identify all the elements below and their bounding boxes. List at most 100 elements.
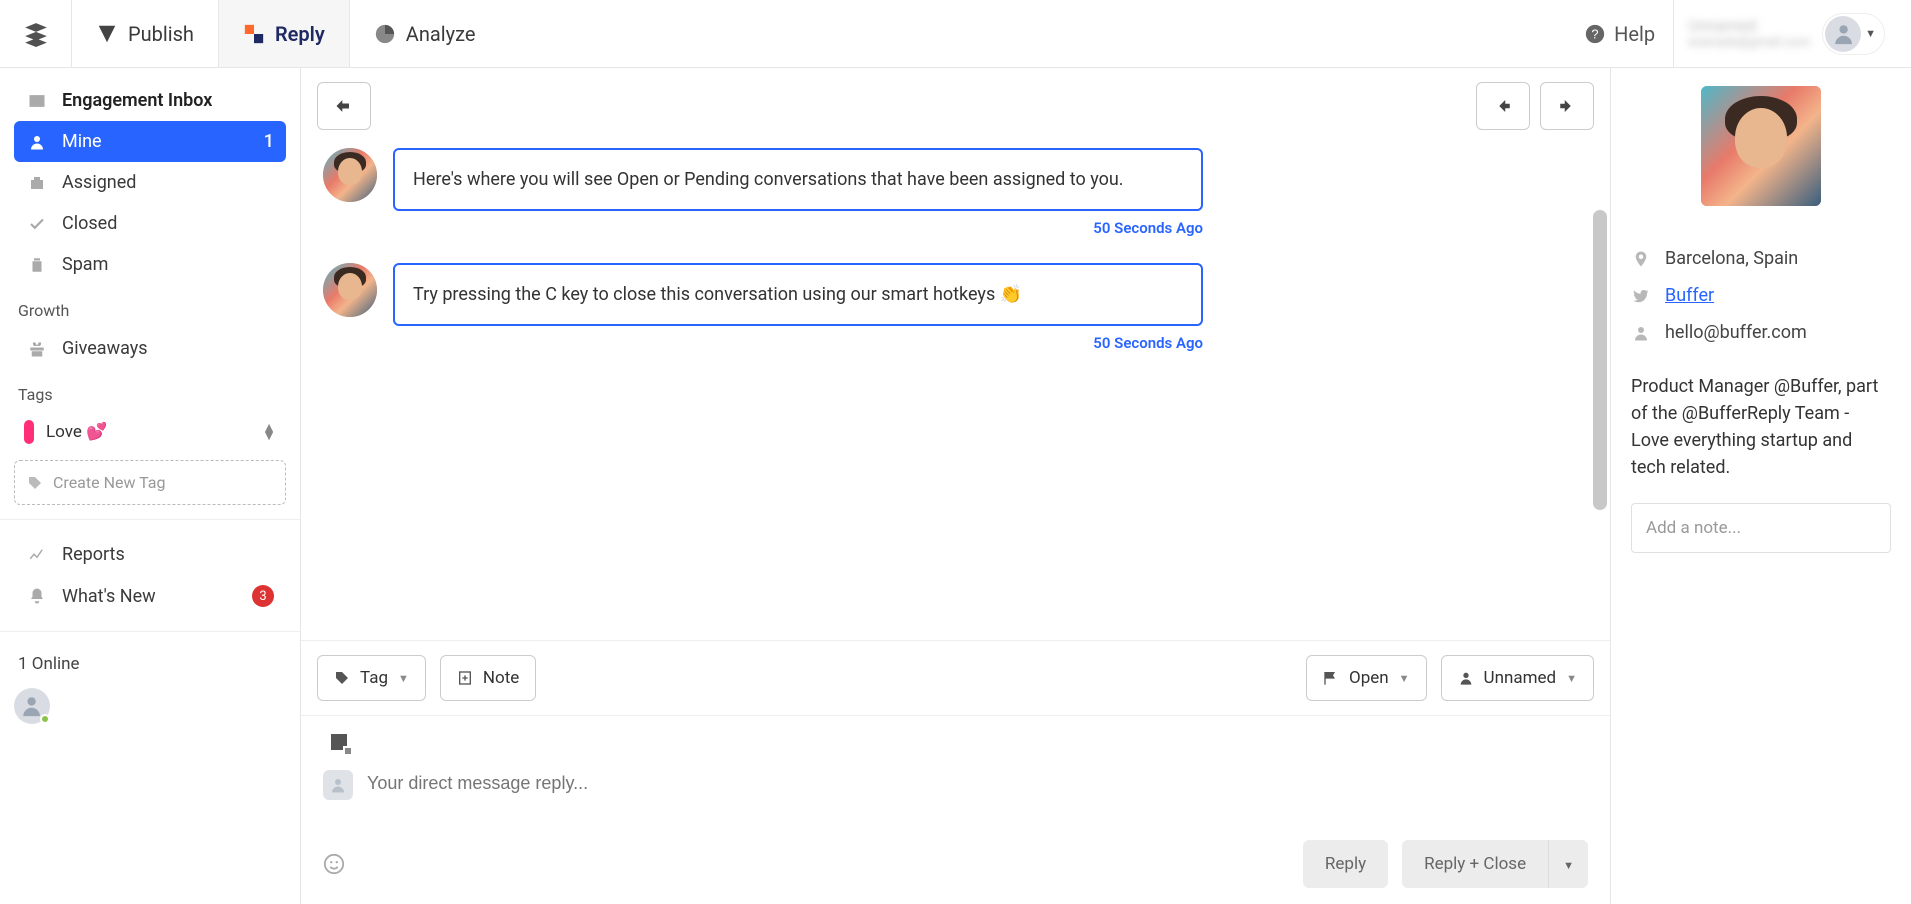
flag-icon [1323, 670, 1339, 686]
add-note-input[interactable]: Add a note... [1631, 503, 1891, 553]
chevron-down-icon: ▼ [398, 672, 409, 685]
profile-panel: Barcelona, Spain Buffer hello@buffer.com… [1611, 68, 1911, 904]
reply-close-dropdown[interactable]: ▼ [1548, 840, 1588, 888]
message-item: Here's where you will see Open or Pendin… [323, 148, 1203, 237]
presence-dot-icon [40, 714, 50, 724]
tag-icon [27, 475, 43, 491]
sidebar-growth-header: Growth [14, 285, 286, 328]
sidebar-giveaways[interactable]: Giveaways [14, 328, 286, 369]
nav-reply[interactable]: Reply [218, 0, 350, 67]
profile-email-text: hello@buffer.com [1665, 322, 1807, 343]
nav-analyze-label: Analyze [406, 22, 476, 46]
sender-avatar [323, 263, 377, 317]
chevron-down-icon: ▼ [1865, 27, 1882, 40]
compose-area: Reply Reply + Close ▼ [301, 715, 1610, 904]
user-info-blurred: Unnamed example@gmail.com [1688, 16, 1810, 51]
inbox-icon [26, 91, 48, 111]
sidebar-reports-label: Reports [62, 544, 125, 565]
sidebar-closed[interactable]: Closed [14, 203, 286, 244]
note-button[interactable]: Note [440, 655, 536, 701]
sidebar-spam-label: Spam [62, 254, 108, 275]
location-icon [1631, 250, 1651, 268]
sidebar-whatsnew-label: What's New [62, 586, 156, 607]
note-button-label: Note [483, 668, 519, 688]
message-item: Try pressing the C key to close this con… [323, 263, 1203, 352]
status-label: Open [1349, 668, 1389, 688]
smile-icon [323, 853, 345, 875]
assign-button[interactable]: Unnamed ▼ [1441, 655, 1594, 701]
status-open-button[interactable]: Open ▼ [1306, 655, 1427, 701]
assign-label: Unnamed [1484, 668, 1557, 688]
user-avatar-dropdown[interactable]: ▼ [1822, 13, 1885, 55]
whatsnew-badge: 3 [252, 585, 274, 607]
sidebar: Engagement Inbox Mine 1 Assigned Closed … [0, 68, 300, 904]
create-tag-placeholder: Create New Tag [53, 473, 166, 492]
message-bubble: Here's where you will see Open or Pendin… [393, 148, 1203, 211]
publish-icon [96, 23, 118, 45]
create-tag-input[interactable]: Create New Tag [14, 460, 286, 505]
person-icon [1631, 324, 1651, 342]
sidebar-whatsnew[interactable]: What's New 3 [14, 575, 286, 617]
conversation-action-bar: Tag ▼ Note Open ▼ Unnamed ▼ [301, 640, 1610, 715]
twitter-icon [1631, 287, 1651, 305]
message-list[interactable]: Here's where you will see Open or Pendin… [301, 144, 1610, 640]
message-timestamp: 50 Seconds Ago [393, 219, 1203, 237]
message-timestamp: 50 Seconds Ago [393, 334, 1203, 352]
reply-icon [243, 23, 265, 45]
message-bubble: Try pressing the C key to close this con… [393, 263, 1203, 326]
help-icon: ? [1584, 23, 1606, 45]
chart-icon [26, 546, 48, 564]
compose-avatar [323, 770, 353, 800]
person-icon [26, 133, 48, 151]
sidebar-reports[interactable]: Reports [14, 534, 286, 575]
tag-stepper[interactable]: ▲▼ [262, 424, 276, 441]
sender-avatar [323, 148, 377, 202]
channel-icon[interactable] [331, 734, 353, 756]
help-button[interactable]: ? Help [1584, 22, 1655, 46]
chevron-down-icon: ▼ [1566, 672, 1577, 685]
add-note-placeholder: Add a note... [1646, 518, 1741, 538]
sidebar-assigned[interactable]: Assigned [14, 162, 286, 203]
note-add-icon [457, 670, 473, 686]
profile-location: Barcelona, Spain [1631, 240, 1891, 277]
online-user-avatar[interactable] [14, 688, 50, 724]
sidebar-inbox-label: Engagement Inbox [62, 90, 212, 111]
back-button[interactable] [317, 82, 371, 130]
person-icon [1831, 21, 1856, 46]
sidebar-engagement-inbox[interactable]: Engagement Inbox [14, 80, 286, 121]
nav-publish-label: Publish [128, 22, 194, 46]
online-status: 1 Online [14, 646, 286, 682]
chevron-down-icon: ▼ [1563, 859, 1574, 872]
buffer-logo-icon [23, 21, 49, 47]
nav-publish[interactable]: Publish [72, 0, 218, 67]
tag-item-love[interactable]: Love 💕 ▲▼ [14, 412, 286, 452]
sidebar-spam[interactable]: Spam [14, 244, 286, 285]
person-icon [1458, 670, 1474, 686]
reply-input[interactable] [367, 770, 1588, 794]
reply-button[interactable]: Reply [1303, 840, 1388, 888]
user-menu[interactable]: Unnamed example@gmail.com ▼ [1673, 0, 1899, 67]
prev-conversation-button[interactable] [1476, 82, 1530, 130]
tag-button[interactable]: Tag ▼ [317, 655, 426, 701]
conversation-panel: Here's where you will see Open or Pendin… [300, 68, 1611, 904]
scrollbar-thumb[interactable] [1593, 210, 1607, 510]
profile-twitter-link[interactable]: Buffer [1665, 285, 1714, 306]
tag-icon [334, 670, 350, 686]
profile-avatar [1701, 86, 1821, 206]
trash-icon [26, 256, 48, 274]
app-logo[interactable] [0, 0, 72, 67]
reply-close-button[interactable]: Reply + Close [1402, 840, 1548, 888]
next-conversation-button[interactable] [1540, 82, 1594, 130]
tag-button-label: Tag [360, 668, 388, 688]
sidebar-mine[interactable]: Mine 1 [14, 121, 286, 162]
svg-text:?: ? [1592, 26, 1599, 41]
profile-twitter[interactable]: Buffer [1631, 277, 1891, 314]
analyze-icon [374, 23, 396, 45]
nav-analyze[interactable]: Analyze [350, 0, 500, 67]
emoji-picker-button[interactable] [323, 853, 345, 875]
sidebar-mine-count: 1 [264, 131, 274, 152]
gift-icon [26, 340, 48, 358]
user-avatar [1825, 16, 1861, 52]
bell-icon [26, 587, 48, 605]
tag-label: Love 💕 [46, 422, 107, 442]
